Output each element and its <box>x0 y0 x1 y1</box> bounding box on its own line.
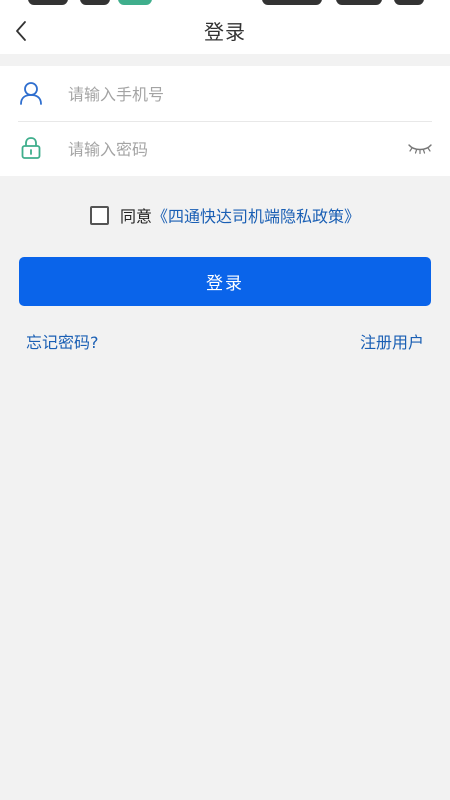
agree-checkbox[interactable] <box>89 205 109 225</box>
agreement-row: 同意 《四通快达司机端隐私政策》 <box>0 203 450 231</box>
back-button[interactable] <box>6 16 36 46</box>
privacy-policy-link[interactable]: 《四通快达司机端隐私政策》 <box>152 203 360 227</box>
password-row <box>0 121 450 176</box>
forgot-password-link[interactable]: 忘记密码? <box>26 329 99 353</box>
lock-icon <box>21 137 41 159</box>
login-form <box>0 66 450 176</box>
phone-row <box>0 66 450 121</box>
user-icon <box>20 82 42 105</box>
chevron-left-icon <box>16 21 26 41</box>
password-input[interactable] <box>68 134 388 164</box>
eye-closed-icon[interactable] <box>406 138 434 158</box>
register-link[interactable]: 注册用户 <box>360 329 424 353</box>
nav-header: 登录 <box>0 8 450 54</box>
login-button[interactable]: 登录 <box>19 257 431 306</box>
status-bar <box>0 0 450 8</box>
phone-input[interactable] <box>68 79 388 109</box>
page-title: 登录 <box>204 20 246 44</box>
agree-text: 同意 <box>119 207 152 226</box>
